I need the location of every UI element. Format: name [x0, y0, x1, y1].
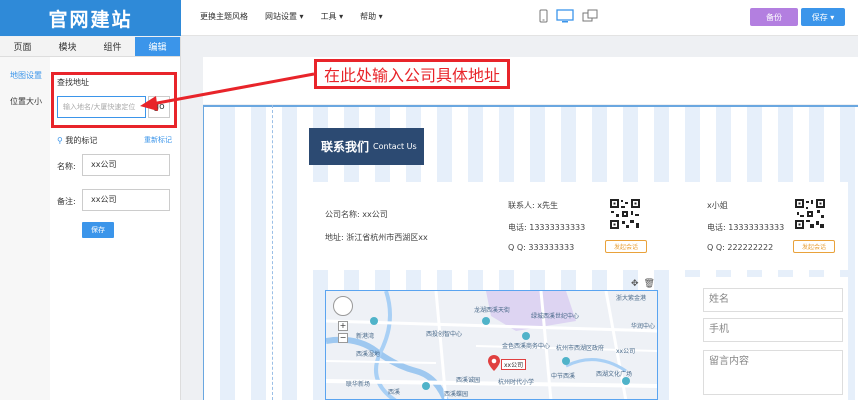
note-field[interactable]: xx公司: [82, 189, 170, 211]
map-label: xx公司: [616, 348, 636, 355]
panel-tabs: 页面 模块 组件 编辑: [0, 37, 180, 57]
nav-site-settings[interactable]: 网站设置 ▾: [265, 11, 304, 22]
contact-person-2: x小姐: [707, 201, 728, 210]
company-name: 公司名称: xx公司: [325, 210, 388, 219]
backup-button[interactable]: 备份: [750, 8, 798, 26]
map-label: 西湖文化广场: [596, 371, 633, 378]
multi-device-icon[interactable]: [582, 9, 598, 23]
map-label: 杭州市西湖区政府: [556, 345, 605, 352]
map-toolbar: ✥ 🗑: [631, 279, 655, 289]
save-button[interactable]: 保存 ▾: [801, 8, 845, 26]
company-card: 公司名称: xx公司 地址: 浙江省杭州市西湖区xx: [311, 182, 486, 270]
side-item-map-settings[interactable]: 地图设置: [0, 70, 50, 81]
form-name-input[interactable]: 姓名: [703, 288, 843, 312]
contact-qq-2: Q Q: 222222222: [707, 243, 774, 252]
map-label: 西投创智中心: [426, 331, 463, 338]
form-phone-input[interactable]: 手机: [703, 318, 843, 342]
contact-card-1: 联系人: x先生 电话: 13333333333 Q Q: 333333333 …: [497, 182, 672, 270]
tab-pages[interactable]: 页面: [0, 37, 45, 56]
pin-icon: ⚲: [57, 136, 63, 145]
map-widget[interactable]: + − 浙大紫金港 龙湖西溪天街 绿城西溪世纪中心 西投创智中心 金色西溪商务中…: [325, 290, 658, 400]
map-marker-icon: [488, 355, 500, 371]
desktop-icon[interactable]: [556, 9, 574, 23]
chat-button-1[interactable]: 发起会话: [605, 240, 647, 253]
contact-qq-1: Q Q: 333333333: [508, 243, 575, 252]
side-menu: 地图设置 位置大小: [0, 57, 50, 400]
map-label: 华润中心: [631, 323, 656, 330]
tab-edit[interactable]: 编辑: [135, 37, 180, 56]
company-address: 地址: 浙江省杭州市西湖区xx: [325, 233, 428, 242]
top-bar: 官网建站 更换主题风格 网站设置 ▾ 工具 ▾ 帮助 ▾ 备份 保存 ▾: [0, 0, 858, 36]
guide-line: [272, 105, 273, 400]
reset-mark-link[interactable]: 重新标记: [144, 135, 172, 145]
qr-code-icon: [794, 198, 826, 230]
map-label: 龙湖西溪天街: [474, 307, 511, 314]
contact-card-2: x小姐 电话: 13333333333 Q Q: 222222222 发起会话: [684, 182, 848, 270]
map-label: 西溪湿地: [356, 351, 381, 358]
map-label: 绿城西溪世纪中心: [531, 313, 580, 320]
contact-title-en: Contact Us: [373, 142, 417, 151]
nav-change-theme[interactable]: 更换主题风格: [200, 11, 248, 22]
trash-icon[interactable]: 🗑: [644, 279, 655, 289]
nav-help[interactable]: 帮助 ▾: [360, 11, 383, 22]
zoom-in-button[interactable]: +: [338, 321, 348, 331]
annotation-callout: 在此处输入公司具体地址: [314, 59, 510, 89]
tab-components[interactable]: 组件: [90, 37, 135, 56]
left-panel: 页面 模块 组件 编辑 地图设置 位置大小 查找地址 输入地名/大厦快速定位 g…: [0, 37, 181, 400]
name-field[interactable]: xx公司: [82, 154, 170, 176]
note-label: 备注:: [57, 197, 76, 206]
mark-save-button[interactable]: 保存: [82, 222, 114, 238]
map-label: 联华新场: [346, 381, 371, 388]
device-switcher: [539, 9, 598, 23]
chat-button-2[interactable]: 发起会话: [793, 240, 835, 253]
map-marker-label: xx公司: [501, 359, 527, 370]
map-pan-control[interactable]: [333, 296, 353, 316]
tab-modules[interactable]: 模块: [45, 37, 90, 56]
logo: 官网建站: [0, 0, 181, 36]
move-icon[interactable]: ✥: [631, 279, 639, 289]
zoom-out-button[interactable]: −: [338, 333, 348, 343]
map-label: 西溪诚园: [456, 377, 481, 384]
nav-tools[interactable]: 工具 ▾: [321, 11, 344, 22]
map-label: 中节西溪: [551, 373, 576, 380]
map-label: 金色西溪商务中心: [502, 343, 551, 350]
highlight-box: [51, 72, 177, 128]
contact-phone-2: 电话: 13333333333: [707, 223, 785, 232]
message-form: 姓名 手机 留言内容: [684, 277, 848, 400]
side-item-position-size[interactable]: 位置大小: [0, 96, 50, 107]
form-message-textarea[interactable]: 留言内容: [703, 350, 843, 395]
top-nav: 更换主题风格 网站设置 ▾ 工具 ▾ 帮助 ▾: [200, 11, 400, 22]
qr-code-icon: [609, 198, 641, 230]
map-label: 杭州时代小学: [498, 379, 535, 386]
contact-person-1: 联系人: x先生: [508, 201, 558, 210]
contact-title: 联系我们 Contact Us: [309, 128, 424, 165]
map-label: 新港湾: [356, 333, 375, 340]
contact-phone-1: 电话: 13333333333: [508, 223, 586, 232]
my-mark-label: 我的标记: [65, 136, 98, 145]
map-label: 西溪蝶园: [444, 391, 469, 398]
top-strip: [203, 57, 858, 104]
map-label: 西溪: [388, 389, 401, 396]
my-mark-row: ⚲ 我的标记 重新标记: [57, 135, 172, 146]
contact-title-zh: 联系我们: [321, 140, 370, 154]
editor-canvas: 在此处输入公司具体地址 联系我们 Contact Us 公司名称: xx公司 地…: [181, 37, 858, 400]
map-label: 浙大紫金港: [616, 295, 647, 302]
mobile-icon[interactable]: [539, 9, 548, 23]
name-label: 名称:: [57, 162, 76, 171]
